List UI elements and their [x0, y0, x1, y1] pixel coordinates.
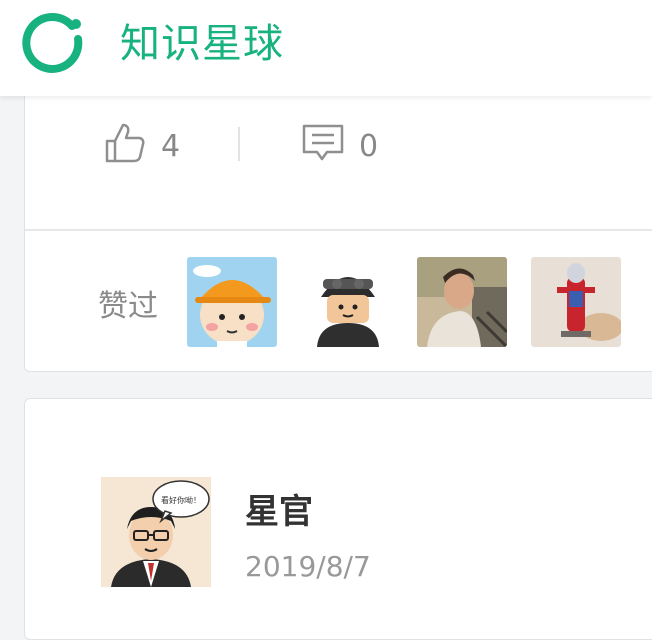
liker-avatar[interactable]	[417, 257, 507, 347]
author-name[interactable]: 星官	[245, 491, 313, 533]
avatar-bubble-text: 看好你呦！	[161, 495, 201, 505]
post-card: 4 0 赞过	[24, 80, 652, 372]
post-card: 看好你呦！ 星官 2019/8/7	[24, 398, 652, 640]
thumbs-up-icon[interactable]	[103, 121, 147, 165]
post-date: 2019/8/7	[245, 550, 371, 583]
avatar-man-photo-icon	[417, 257, 507, 347]
card-divider	[25, 229, 652, 231]
brand-name[interactable]: 知识星球	[120, 18, 284, 70]
avatar-soldier-icon	[303, 257, 393, 347]
avatar-figure-photo-icon	[531, 257, 621, 347]
author-avatar[interactable]: 看好你呦！	[101, 477, 211, 587]
comment-count[interactable]: 0	[359, 127, 378, 167]
liker-avatar[interactable]	[187, 257, 277, 347]
ring-logo-icon[interactable]	[20, 11, 92, 83]
avatar-cartoon-girl-icon	[187, 257, 277, 347]
action-divider	[238, 127, 240, 161]
app-header: 知识星球	[0, 0, 652, 96]
comment-icon[interactable]	[301, 123, 345, 165]
avatar-cartoon-man-icon: 看好你呦！	[101, 477, 211, 587]
like-count[interactable]: 4	[161, 127, 180, 167]
likes-label: 赞过	[98, 289, 158, 324]
liker-avatar[interactable]	[531, 257, 621, 347]
liker-avatar[interactable]	[303, 257, 393, 347]
